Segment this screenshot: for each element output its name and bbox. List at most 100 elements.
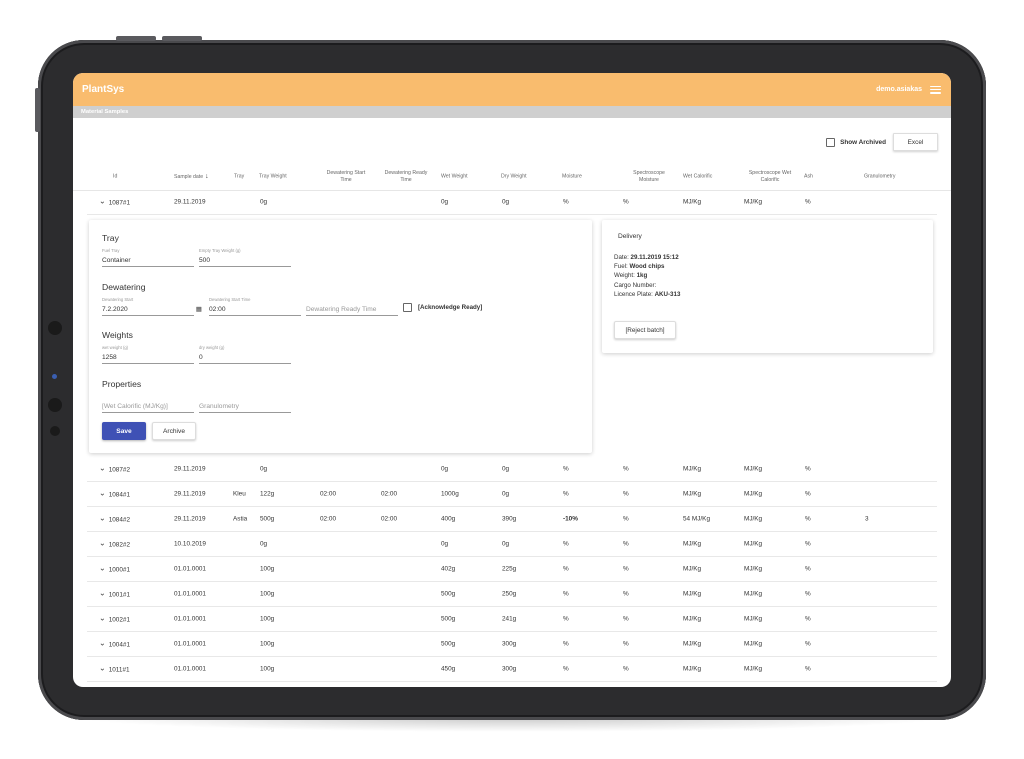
show-archived-checkbox[interactable] <box>826 137 836 147</box>
col-spectroscope-moisture[interactable]: Spectroscope Moisture <box>622 170 676 184</box>
fuel-tray-value: Container <box>102 257 131 264</box>
chevron-down-icon[interactable]: ⌄ <box>99 539 106 548</box>
chevron-down-icon[interactable]: ⌄ <box>99 464 106 473</box>
table-row[interactable]: ⌄ 1011#1 01.01.0001 100g 450g 300g%% MJ/Kg MJ/K… <box>87 657 937 682</box>
cell-id: ⌄ 1011#1 <box>99 664 130 674</box>
cell-wet: 500g <box>441 641 455 648</box>
cell-text: MJ/Kg <box>744 615 763 623</box>
dry-weight-value: 0 <box>199 354 203 361</box>
col-dewatering-ready[interactable]: Dewatering Ready Time <box>379 170 433 184</box>
archive-button[interactable]: Archive <box>152 422 196 440</box>
excel-button[interactable]: Excel <box>893 133 938 151</box>
table-row[interactable]: ⌄ 1082#2 10.10.2019 0g 0g 0g%% MJ/Kg MJ/Kg% <box>87 532 937 557</box>
col-ash[interactable]: Ash <box>804 173 813 180</box>
cell-date: 01.01.0001 <box>174 591 206 598</box>
chevron-down-icon[interactable]: ⌄ <box>99 197 106 206</box>
cell-dry: 225g <box>502 566 516 573</box>
fuel-tray-field[interactable]: Fuel Tray Container <box>102 248 194 267</box>
cell-wet-cal: MJ/Kg <box>683 616 701 623</box>
table-row[interactable]: ⌄ 1004#1 01.01.0001 100g 500g 300g%% MJ/Kg MJ/K… <box>87 632 937 657</box>
tray-section-title: Tray <box>102 233 119 243</box>
chevron-down-icon[interactable]: ⌄ <box>99 564 106 573</box>
cell-text: 0g <box>502 490 510 498</box>
chevron-down-icon[interactable]: ⌄ <box>99 614 106 623</box>
granulometry-field[interactable]: Granulometry <box>199 394 291 413</box>
wet-calorific-placeholder: [Wet Calorific (MJ/Kg)] <box>102 403 168 410</box>
col-dry-weight[interactable]: Dry Weight <box>501 173 527 180</box>
col-wet-calorific[interactable]: Wet Calorific <box>683 173 712 180</box>
cell-text: 390g <box>502 515 517 523</box>
empty-tray-weight-field[interactable]: Empty Tray Weight (g) 500 <box>199 248 291 267</box>
delivery-cargo: Cargo Number: <box>614 281 657 289</box>
cell-text: 3 <box>865 515 869 523</box>
cell-text: % <box>563 590 569 598</box>
table-row[interactable]: ⌄ 1084#1 29.11.2019 Kleu 122g 02:00 02:00 1000g… <box>87 482 937 507</box>
cell-text: 01.01.0001 <box>174 590 206 598</box>
cell-text: MJ/Kg <box>683 565 702 573</box>
wet-weight-field[interactable]: wet weight (g) 1258 <box>102 345 194 364</box>
col-wet-weight[interactable]: Wet Weight <box>441 173 468 180</box>
chevron-down-icon[interactable]: ⌄ <box>99 489 106 498</box>
dry-weight-label: dry weight (g) <box>199 345 225 350</box>
acknowledge-ready-checkbox[interactable] <box>403 303 412 312</box>
col-spectroscope-wet-calorific[interactable]: Spectroscope Wet Calorific <box>741 170 799 184</box>
cell-spectro-wet: MJ/Kg <box>744 666 762 673</box>
chevron-down-icon[interactable]: ⌄ <box>99 589 106 598</box>
cell-text: 1087#1 <box>108 199 131 207</box>
chevron-down-icon[interactable]: ⌄ <box>99 664 106 673</box>
col-dewatering-start[interactable]: Dewatering Start Time <box>319 170 373 184</box>
cell-id: ⌄ 1084#2 <box>99 514 130 524</box>
col-id[interactable]: Id <box>113 173 117 180</box>
acknowledge-ready-label: [Acknowledge Ready] <box>418 304 483 311</box>
col-tray[interactable]: Tray <box>234 173 244 180</box>
col-dewatering-ready-l1: Dewatering Ready <box>384 169 428 176</box>
chevron-down-icon[interactable]: ⌄ <box>99 639 106 648</box>
col-sample-date[interactable]: Sample date ↓ <box>174 173 209 181</box>
save-button[interactable]: Save <box>102 422 146 440</box>
cell-text: MJ/Kg <box>683 590 702 598</box>
cell-wet-cal: MJ/Kg <box>683 566 701 573</box>
cell-tray-weight: 0g <box>260 199 267 206</box>
dewatering-start-time-field[interactable]: Dewatering Start Time 02:00 <box>209 297 301 316</box>
table-row[interactable]: ⌄ 1000#1 01.01.0001 100g 402g 225g%% MJ/Kg MJ/K… <box>87 557 937 582</box>
cell-text: 1084#1 <box>108 491 131 499</box>
wet-calorific-field[interactable]: [Wet Calorific (MJ/Kg)] <box>102 394 194 413</box>
dry-weight-field[interactable]: dry weight (g) 0 <box>199 345 291 364</box>
camera-dot <box>52 374 57 379</box>
cell-dry: 0g <box>502 541 509 548</box>
cell-wet: 0g <box>441 466 448 473</box>
cell-id: ⌄ 1087#1 <box>99 197 131 207</box>
delivery-panel: Delivery Date: 29.11.2019 15:12 Fuel: Wo… <box>602 220 933 353</box>
show-archived-toggle[interactable]: Show Archived <box>826 137 886 147</box>
cell-text: 29.11.2019 <box>174 198 206 206</box>
dewatering-ready-time-field[interactable]: Dewatering Ready Time <box>306 297 398 316</box>
table-row[interactable]: ⌄ 1002#1 01.01.0001 100g 500g 241g%% MJ/Kg MJ/K… <box>87 607 937 632</box>
chevron-down-icon[interactable]: ⌄ <box>99 514 106 523</box>
acknowledge-ready-toggle[interactable]: [Acknowledge Ready] <box>403 303 482 312</box>
reject-batch-button[interactable]: [Reject batch] <box>614 321 676 339</box>
cell-tray: Kleu <box>233 491 246 498</box>
app-bar: PlantSys demo.asiakas <box>73 73 951 106</box>
table-row[interactable]: ⌄ 1001#1 01.01.0001 100g 500g 250g%% MJ/Kg MJ/K… <box>87 582 937 607</box>
table-row[interactable]: ⌄ 1087#1 29.11.2019 0g 0g 0g%% MJ/Kg MJ/Kg% <box>87 190 937 215</box>
wet-weight-label: wet weight (g) <box>102 345 129 350</box>
cell-text: % <box>623 490 629 498</box>
cell-spectro-moisture: % <box>623 666 629 673</box>
cell-text: % <box>563 465 569 473</box>
user-name[interactable]: demo.asiakas <box>876 86 922 93</box>
table-row[interactable]: ⌄ 1087#2 29.11.2019 0g 0g 0g%% MJ/Kg MJ/Kg% <box>87 457 937 482</box>
wet-weight-value: 1258 <box>102 354 117 361</box>
table-row[interactable]: ⌄ 1084#2 29.11.2019 Astia 500g 02:00 02:00 400g… <box>87 507 937 532</box>
cell-id: ⌄ 1004#1 <box>99 639 130 649</box>
col-moisture[interactable]: Moisture <box>562 173 582 180</box>
col-granulometry[interactable]: Granulometry <box>864 173 895 180</box>
hamburger-menu-icon[interactable] <box>930 85 941 94</box>
cell-text: % <box>563 490 569 498</box>
arrow-down-icon[interactable]: ↓ <box>205 173 209 180</box>
dewatering-start-field[interactable]: Dewatering Start 7.2.2020 ▦ <box>102 297 202 316</box>
cell-moisture: % <box>563 591 569 598</box>
cell-ash: % <box>805 666 811 673</box>
app-brand[interactable]: PlantSys <box>82 84 124 95</box>
calendar-icon[interactable]: ▦ <box>196 305 202 313</box>
col-tray-weight[interactable]: Tray Weight <box>259 173 287 180</box>
